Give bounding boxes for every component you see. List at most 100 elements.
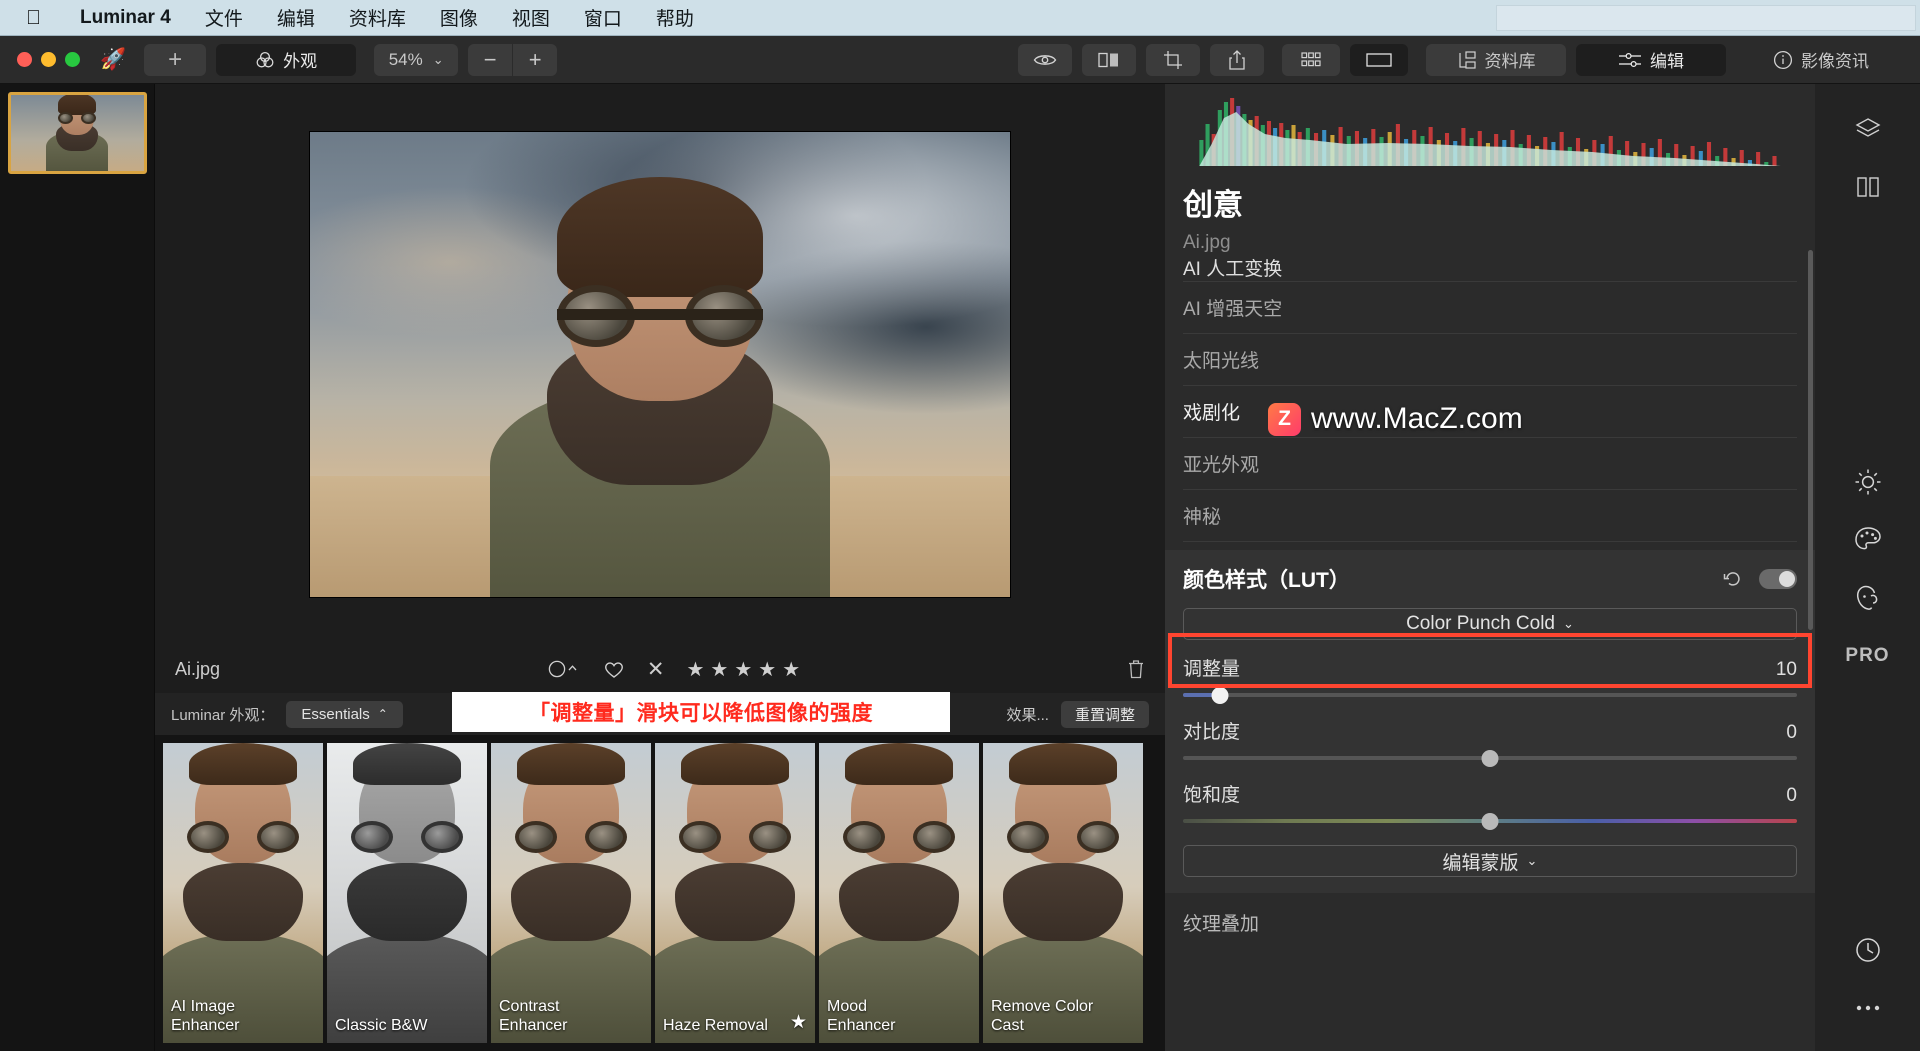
menu-item-view[interactable]: 视图 <box>495 0 567 36</box>
preset-favorite-star-icon[interactable]: ★ <box>790 1011 807 1034</box>
trash-icon[interactable] <box>1127 659 1145 679</box>
zoom-level-select[interactable]: 54% ⌄ <box>374 43 459 76</box>
maximize-window-button[interactable] <box>65 52 80 67</box>
venn-circles-icon <box>255 50 275 70</box>
preset-card-ai-image-enhancer[interactable]: AI Image Enhancer <box>163 743 323 1043</box>
effects-link[interactable]: 效果... <box>1006 704 1049 725</box>
zoom-level-value: 54% <box>388 49 423 69</box>
preset-thumbnail <box>655 743 815 1043</box>
star-rating[interactable]: ★ ★ ★ ★ ★ <box>686 657 800 682</box>
pro-icon: PRO <box>1845 644 1890 666</box>
minimize-window-button[interactable] <box>41 52 56 67</box>
app-toolbar: 🚀 + 外观 54% ⌄ − + 资料库 编辑 影像资讯 <box>0 36 1920 84</box>
rail-item-layers[interactable] <box>1815 100 1920 158</box>
zoom-in-button[interactable]: + <box>513 44 557 76</box>
eye-icon <box>1033 52 1057 68</box>
tool-row-sunrays[interactable]: 太阳光线 <box>1183 334 1797 386</box>
tab-edit[interactable]: 编辑 <box>1576 43 1726 76</box>
library-icon <box>1457 50 1477 69</box>
preset-card-haze-removal[interactable]: Haze Removal ★ <box>655 743 815 1043</box>
preset-card-classic-bw[interactable]: Classic B&W <box>327 743 487 1043</box>
tool-row-matte-look[interactable]: 亚光外观 <box>1183 438 1797 490</box>
tab-library[interactable]: 资料库 <box>1426 43 1566 76</box>
menu-item-app[interactable]: Luminar 4 <box>63 0 188 36</box>
rail-item-light[interactable] <box>1815 453 1920 511</box>
tool-label: 戏剧化 <box>1183 403 1241 424</box>
slider-saturation-value: 0 <box>1786 785 1797 806</box>
menu-item-file[interactable]: 文件 <box>188 0 260 36</box>
lut-toggle[interactable] <box>1759 569 1797 589</box>
menu-item-library[interactable]: 资料库 <box>332 0 423 36</box>
close-window-button[interactable] <box>17 52 32 67</box>
grid-view-button[interactable] <box>1282 43 1340 76</box>
tool-row-mystical[interactable]: 神秘 <box>1183 490 1797 542</box>
heart-icon[interactable] <box>603 660 625 679</box>
rail-item-more[interactable] <box>1815 979 1920 1037</box>
rail-item-history[interactable] <box>1815 921 1920 979</box>
preset-card-remove-color-cast[interactable]: Remove Color Cast <box>983 743 1143 1043</box>
rail-item-portrait[interactable] <box>1815 569 1920 627</box>
slider-amount-knob[interactable] <box>1211 687 1229 704</box>
slider-saturation-knob[interactable] <box>1481 813 1499 830</box>
reset-adjustments-button[interactable]: 重置调整 <box>1060 700 1149 728</box>
compare-button[interactable] <box>1082 43 1136 76</box>
preview-toggle-button[interactable] <box>1018 43 1072 76</box>
star-4[interactable]: ★ <box>758 657 776 682</box>
chevron-down-icon: ⌄ <box>432 51 444 67</box>
rating-controls[interactable]: ✕ ★ ★ ★ ★ ★ <box>220 657 1127 682</box>
chevron-down-icon: ⌄ <box>1563 616 1574 631</box>
looks-button[interactable]: 外观 <box>216 43 357 76</box>
tool-row-ai-transform[interactable]: AI 人工变换 <box>1183 258 1797 282</box>
histogram <box>1183 94 1797 166</box>
menu-item-edit[interactable]: 编辑 <box>260 0 332 36</box>
zoom-out-button[interactable]: − <box>468 44 512 76</box>
menu-item-help[interactable]: 帮助 <box>639 0 711 36</box>
menu-item-image[interactable]: 图像 <box>423 0 495 36</box>
next-section[interactable]: 纹理叠加 <box>1165 909 1815 936</box>
rail-item-color[interactable] <box>1815 511 1920 569</box>
slider-saturation[interactable]: 饱和度 0 <box>1183 780 1797 830</box>
reject-x-icon[interactable]: ✕ <box>647 657 665 682</box>
panel-scrollbar[interactable] <box>1808 250 1813 630</box>
share-button[interactable] <box>1210 43 1264 76</box>
circle-caret-icon[interactable] <box>547 660 581 678</box>
rail-item-compare-panels[interactable] <box>1815 158 1920 216</box>
add-button[interactable]: + <box>144 43 207 76</box>
lut-title: 颜色样式（LUT） <box>1183 569 1350 592</box>
edit-mask-label: 编辑蒙版 <box>1442 852 1519 874</box>
preset-card-mood-enhancer[interactable]: Mood Enhancer <box>819 743 979 1043</box>
slider-saturation-track[interactable] <box>1183 813 1797 830</box>
rail-item-pro[interactable]: PRO <box>1815 627 1920 685</box>
undo-icon[interactable] <box>1723 570 1743 588</box>
tab-image-info[interactable]: 影像资讯 <box>1736 44 1906 76</box>
image-canvas[interactable] <box>155 84 1165 645</box>
preset-card-contrast-enhancer[interactable]: Contrast Enhancer <box>491 743 651 1043</box>
lut-section: 颜色样式（LUT） Color Punch Cold ⌄ 调整量 10 对比度 … <box>1165 550 1815 893</box>
slider-contrast-knob[interactable] <box>1481 750 1499 767</box>
star-1[interactable]: ★ <box>686 657 704 682</box>
star-5[interactable]: ★ <box>782 657 800 682</box>
rocket-icon[interactable]: 🚀 <box>100 49 126 70</box>
looks-bar-actions: 效果... 重置调整 <box>1006 700 1149 728</box>
slider-contrast[interactable]: 对比度 0 <box>1183 717 1797 767</box>
menu-item-window[interactable]: 窗口 <box>567 0 639 36</box>
apple-logo-icon[interactable]:  <box>26 8 41 28</box>
left-filmstrip[interactable] <box>0 84 155 1051</box>
looks-bar-label: Luminar 外观： <box>171 706 275 724</box>
tool-row-ai-sky-enhancer[interactable]: AI 增强天空 <box>1183 282 1797 334</box>
crop-button[interactable] <box>1146 43 1200 76</box>
thumb-goggles <box>58 112 96 124</box>
lut-preset-select[interactable]: Color Punch Cold ⌄ <box>1183 608 1797 640</box>
star-2[interactable]: ★ <box>710 657 728 682</box>
edit-mask-button[interactable]: 编辑蒙版 ⌄ <box>1183 845 1797 877</box>
looks-collection-select[interactable]: Essentials ⌃ <box>286 700 403 728</box>
slider-amount[interactable]: 调整量 10 <box>1183 654 1797 704</box>
slider-contrast-track[interactable] <box>1183 750 1797 767</box>
window-controls[interactable] <box>17 52 80 67</box>
zoom-stepper[interactable]: − + <box>468 43 558 76</box>
single-view-button[interactable] <box>1350 43 1408 76</box>
slider-amount-track[interactable] <box>1183 687 1797 704</box>
presets-filmstrip[interactable]: AI Image Enhancer Classic B&W Contrast E… <box>155 735 1165 1051</box>
filmstrip-thumbnail-selected[interactable] <box>7 92 147 174</box>
star-3[interactable]: ★ <box>734 657 752 682</box>
